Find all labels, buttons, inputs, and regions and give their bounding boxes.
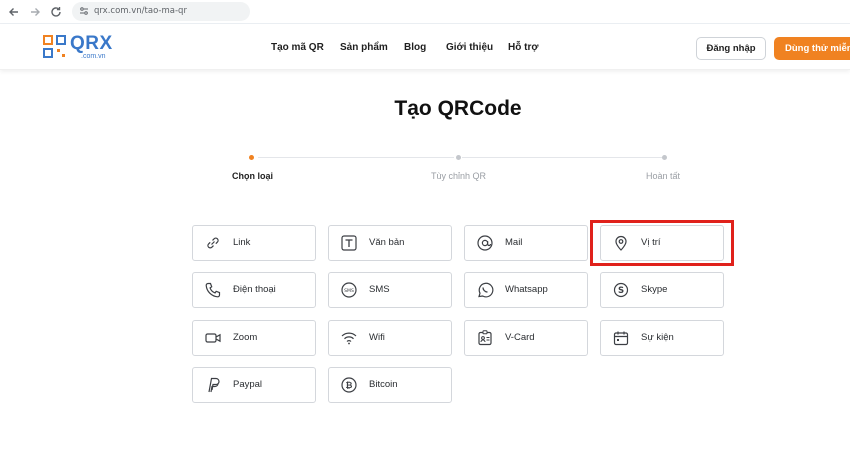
- type-card-sms[interactable]: SMS SMS: [328, 272, 452, 308]
- type-card-phone[interactable]: Điện thoại: [192, 272, 316, 308]
- whatsapp-icon: [478, 282, 494, 298]
- arrow-right-icon[interactable]: [27, 4, 43, 20]
- type-card-bitcoin[interactable]: ₿ Bitcoin: [328, 367, 452, 403]
- type-card-text[interactable]: Văn bản: [328, 225, 452, 261]
- type-label: Văn bản: [369, 237, 405, 248]
- bitcoin-icon: ₿: [341, 377, 357, 393]
- nav-create-qr[interactable]: Tạo mã QR: [271, 42, 324, 53]
- nav-blog[interactable]: Blog: [404, 42, 426, 53]
- arrow-left-icon[interactable]: [6, 4, 22, 20]
- text-icon: [341, 235, 357, 251]
- svg-text:₿: ₿: [346, 380, 353, 391]
- type-label: SMS: [369, 284, 390, 295]
- browser-toolbar: qrx.com.vn/tao-ma-qr: [0, 0, 850, 24]
- step-label-done: Hoàn tất: [646, 171, 681, 181]
- nav-about[interactable]: Giới thiệu: [446, 42, 493, 53]
- step-label-choose-type: Chọn loại: [232, 171, 273, 181]
- type-card-vcard[interactable]: V-Card: [464, 320, 588, 356]
- step-label-customize: Tùy chỉnh QR: [431, 171, 487, 181]
- sms-icon: SMS: [341, 282, 357, 298]
- video-camera-icon: [205, 333, 221, 343]
- type-label: V-Card: [505, 332, 535, 343]
- step-dot-1: [249, 155, 254, 160]
- login-button[interactable]: Đăng nhập: [696, 37, 766, 60]
- qr-logo-icon: [43, 35, 66, 58]
- type-card-wifi[interactable]: Wifi: [328, 320, 452, 356]
- type-card-event[interactable]: Sự kiện: [600, 320, 724, 356]
- logo[interactable]: QRX .com.vn: [43, 33, 113, 61]
- contact-card-icon: [478, 330, 492, 346]
- step-dot-3: [662, 155, 667, 160]
- svg-text:SMS: SMS: [344, 288, 354, 294]
- nav-support[interactable]: Hỗ trợ: [508, 42, 538, 53]
- site-header: QRX .com.vn Tạo mã QR Sản phẩm Blog Giới…: [0, 24, 850, 70]
- selection-highlight-box: [590, 220, 734, 266]
- type-card-skype[interactable]: S Skype: [600, 272, 724, 308]
- type-label: Sự kiện: [641, 332, 674, 343]
- step-connector: [462, 157, 662, 158]
- type-card-paypal[interactable]: Paypal: [192, 367, 316, 403]
- page-title: Tạo QRCode: [394, 97, 522, 120]
- logo-subtext: .com.vn: [81, 53, 106, 60]
- type-card-whatsapp[interactable]: Whatsapp: [464, 272, 588, 308]
- calendar-icon: [613, 331, 629, 346]
- reload-icon[interactable]: [48, 4, 64, 20]
- type-label: Mail: [505, 237, 523, 248]
- type-card-mail[interactable]: Mail: [464, 225, 588, 261]
- type-label: Điện thoại: [233, 284, 276, 295]
- type-label: Link: [233, 237, 251, 248]
- type-label: Bitcoin: [369, 379, 398, 390]
- type-label: Zoom: [233, 332, 258, 343]
- url-text: qrx.com.vn/tao-ma-qr: [94, 6, 187, 16]
- step-connector: [258, 157, 454, 158]
- logo-text: QRX: [70, 33, 113, 54]
- type-label: Wifi: [369, 332, 385, 343]
- type-card-zoom[interactable]: Zoom: [192, 320, 316, 356]
- address-bar[interactable]: qrx.com.vn/tao-ma-qr: [72, 2, 250, 21]
- site-settings-icon[interactable]: [79, 6, 89, 16]
- step-dot-2: [456, 155, 461, 160]
- link-icon: [207, 237, 219, 249]
- at-icon: [477, 235, 493, 251]
- free-trial-button[interactable]: Dùng thử miễn phí: [774, 37, 850, 60]
- paypal-icon: [208, 377, 220, 393]
- nav-products[interactable]: Sản phẩm: [340, 42, 388, 53]
- skype-icon: S: [613, 282, 629, 298]
- type-card-link[interactable]: Link: [192, 225, 316, 261]
- phone-icon: [205, 282, 221, 298]
- svg-text:S: S: [618, 286, 624, 296]
- type-label: Skype: [641, 284, 668, 295]
- type-label: Paypal: [233, 379, 263, 390]
- wifi-icon: [341, 332, 357, 345]
- type-label: Whatsapp: [505, 284, 548, 295]
